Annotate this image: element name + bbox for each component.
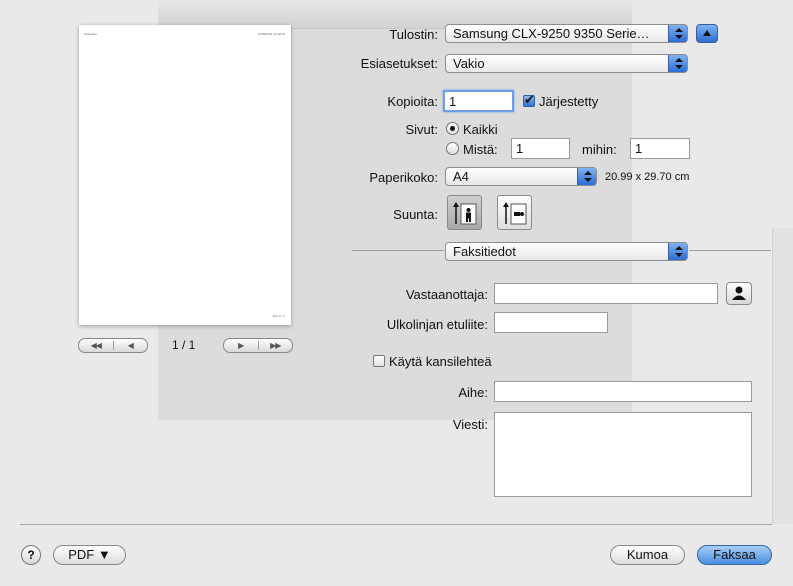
help-button[interactable]: ? xyxy=(21,545,41,565)
presets-popup[interactable]: Vakio xyxy=(445,54,688,73)
pages-from-label: Mistä: xyxy=(463,142,498,157)
pages-to-label: mihin: xyxy=(582,142,617,157)
pages-from-field[interactable]: 1 xyxy=(511,138,570,159)
recipient-label: Vastaanottaja: xyxy=(405,287,488,302)
prefix-label: Ulkolinjan etuliite: xyxy=(386,317,488,332)
address-book-button[interactable] xyxy=(726,282,752,305)
paper-size-popup-arrows-icon xyxy=(577,168,596,185)
section-value: Faksitiedot xyxy=(453,244,516,259)
disclosure-button[interactable] xyxy=(696,24,718,43)
printer-value: Samsung CLX-9250 9350 Serie… xyxy=(453,26,650,41)
pages-to-field[interactable]: 1 xyxy=(630,138,690,159)
landscape-orientation-icon xyxy=(503,202,527,225)
subject-label: Aihe: xyxy=(458,385,488,400)
paper-size-value: A4 xyxy=(453,169,469,184)
cover-page-label: Käytä kansilehteä xyxy=(389,354,492,369)
message-textarea[interactable] xyxy=(494,412,752,497)
portrait-orientation-icon xyxy=(453,202,477,225)
preview-header-right: 12/09/2011 12:18:15 xyxy=(257,32,285,36)
preview-back-buttons[interactable]: ◀◀ ◀ xyxy=(78,338,148,353)
cover-page-checkbox[interactable] xyxy=(373,355,385,367)
disclosure-triangle-icon xyxy=(703,30,711,36)
preview-forward-buttons[interactable]: ▶ ▶▶ xyxy=(223,338,293,353)
paper-size-label: Paperikoko: xyxy=(369,170,438,185)
pages-all-radio[interactable] xyxy=(446,122,459,135)
section-popup[interactable]: Faksitiedot xyxy=(445,242,688,261)
cancel-button[interactable]: Kumoa xyxy=(610,545,685,565)
recipient-field[interactable] xyxy=(494,283,718,304)
help-icon: ? xyxy=(27,548,35,562)
paper-size-popup[interactable]: A4 xyxy=(445,167,597,186)
bottom-separator xyxy=(20,524,772,525)
subject-field[interactable] xyxy=(494,381,752,402)
previous-page-icon[interactable]: ◀ xyxy=(112,341,148,350)
first-page-icon[interactable]: ◀◀ xyxy=(79,341,113,350)
fax-button[interactable]: Faksaa xyxy=(697,545,772,565)
person-icon xyxy=(732,286,746,300)
page-preview: Hakuehto 12/09/2011 12:18:15 Sivu 1 / 1 xyxy=(79,25,291,325)
message-label: Viesti: xyxy=(452,417,488,432)
preview-header-left: Hakuehto xyxy=(84,32,97,36)
next-page-icon[interactable]: ▶ xyxy=(224,341,258,350)
copies-field[interactable]: 1 xyxy=(443,90,514,112)
copies-label: Kopioita: xyxy=(387,94,438,109)
page-indicator: 1 / 1 xyxy=(172,338,196,352)
collated-checkbox[interactable] xyxy=(523,92,535,108)
landscape-button[interactable] xyxy=(497,195,532,230)
paper-dimensions: 20.99 x 29.70 cm xyxy=(605,171,690,183)
section-popup-arrows-icon xyxy=(668,243,687,260)
collated-label: Järjestetty xyxy=(539,94,599,109)
presets-popup-arrows-icon xyxy=(668,55,687,72)
printer-popup[interactable]: Samsung CLX-9250 9350 Serie… xyxy=(445,24,688,43)
preview-footer: Sivu 1 / 1 xyxy=(272,314,285,318)
printer-popup-arrows-icon xyxy=(668,25,687,42)
pages-all-label: Kaikki xyxy=(463,122,498,137)
pages-range-radio[interactable] xyxy=(446,142,459,155)
background-window-edge xyxy=(772,228,793,524)
prefix-field[interactable] xyxy=(494,312,608,333)
printer-label: Tulostin: xyxy=(389,27,438,42)
presets-value: Vakio xyxy=(453,56,485,71)
pages-label: Sivut: xyxy=(405,122,438,137)
presets-label: Esiasetukset: xyxy=(360,56,438,71)
portrait-button[interactable] xyxy=(447,195,482,230)
section-divider-left xyxy=(352,250,444,251)
orientation-label: Suunta: xyxy=(393,207,438,222)
section-divider-right xyxy=(689,250,771,251)
last-page-icon[interactable]: ▶▶ xyxy=(257,341,293,350)
pdf-menu-button[interactable]: PDF ▼ xyxy=(53,545,126,565)
